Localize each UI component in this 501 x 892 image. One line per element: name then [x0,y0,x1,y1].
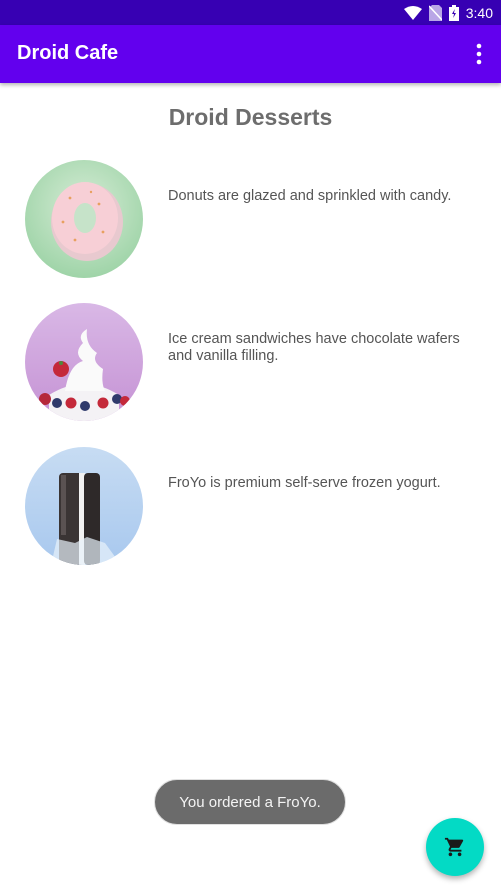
app-bar: Droid Cafe [0,25,501,83]
froyo-image[interactable] [25,447,143,565]
page-title: Droid Desserts [168,104,333,130]
overflow-menu-icon [476,43,482,65]
wifi-icon [403,5,422,20]
status-time: 3:40 [465,4,493,21]
status-icons: 3:40 [403,0,493,25]
cart-fab-button[interactable] [426,818,484,876]
overflow-menu-button[interactable] [467,41,491,67]
status-bar: 3:40 [0,0,501,25]
dessert-row-ice-cream-sandwich: Ice cream sandwiches have chocolate wafe… [25,303,475,423]
donut-image[interactable] [25,160,143,278]
shopping-cart-icon [444,837,464,857]
toast-message: You ordered a FroYo. [154,779,346,825]
app-title: Droid Cafe [17,42,119,64]
no-sim-icon [428,4,442,21]
dessert-row-froyo: FroYo is premium self-serve frozen yogur… [25,447,475,567]
dessert-description-froyo: FroYo is premium self-serve frozen yogur… [168,475,441,491]
ice-cream-sandwich-image[interactable] [25,303,143,421]
dessert-row-donut: Donuts are glazed and sprinkled with can… [25,160,475,280]
dessert-description-ice-cream-sandwich: Ice cream sandwiches have chocolate wafe… [168,331,460,364]
dessert-description-donut: Donuts are glazed and sprinkled with can… [168,188,452,204]
battery-icon [448,4,459,21]
